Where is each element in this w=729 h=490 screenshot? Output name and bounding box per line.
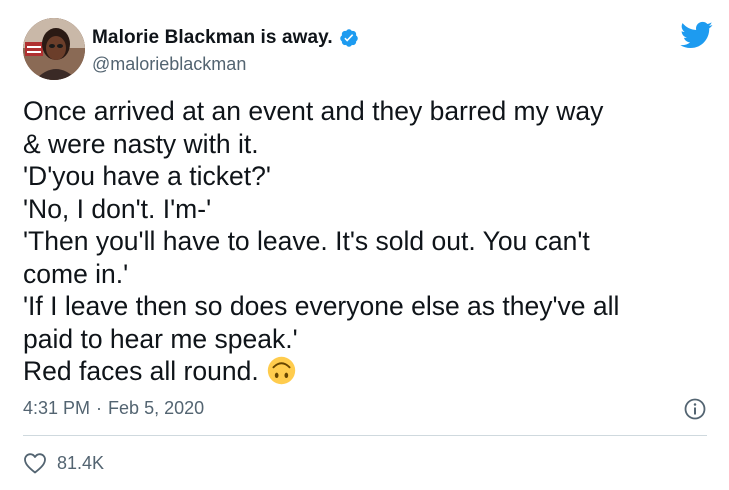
heart-icon [24,453,46,474]
tweet-line: & were nasty with it. [23,128,259,159]
tweet-line: 'D'you have a ticket?' [23,161,271,191]
tweet-line: 'Then you'll have to leave. It's sold ou… [23,226,590,256]
handle[interactable]: @malorieblackman [92,54,359,75]
tweet-header: Malorie Blackman is away. @malorieblackm… [23,18,713,82]
tweet-line-last: Red faces all round. [23,355,713,388]
tweet-line: paid to hear me speak.' [23,323,298,354]
like-button[interactable]: 81.4K [23,452,104,474]
tweet-line: 'No, I don't. I'm-' [23,193,212,224]
tweet-date[interactable]: Feb 5, 2020 [108,398,204,419]
tweet-line: come in.' [23,258,129,289]
avatar-photo [23,18,85,80]
divider [23,435,707,436]
tweet-time[interactable]: 4:31 PM [23,398,90,419]
avatar[interactable] [23,18,85,80]
author-block: Malorie Blackman is away. @malorieblackm… [92,25,359,75]
twitter-bird-icon[interactable] [679,20,713,50]
like-count: 81.4K [57,452,105,473]
tweet-line: Once arrived at an event and they barred… [23,96,604,126]
tweet-text: Once arrived at an event and they barred… [23,95,713,388]
meta-separator: · [96,398,103,418]
verified-badge-icon [340,29,358,47]
tweet-timestamp[interactable]: 4:31 PM · Feb 5, 2020 [23,398,204,419]
display-name-row: Malorie Blackman is away. [92,25,359,51]
tweet-card: Malorie Blackman is away. @malorieblackm… [0,0,729,490]
tweet-line: Red faces all round. [23,356,259,386]
info-icon[interactable] [683,397,707,421]
display-name[interactable]: Malorie Blackman is away. [92,27,333,49]
tweet-line: 'If I leave then so does everyone else a… [23,291,620,321]
upside-down-face-icon [267,356,295,385]
